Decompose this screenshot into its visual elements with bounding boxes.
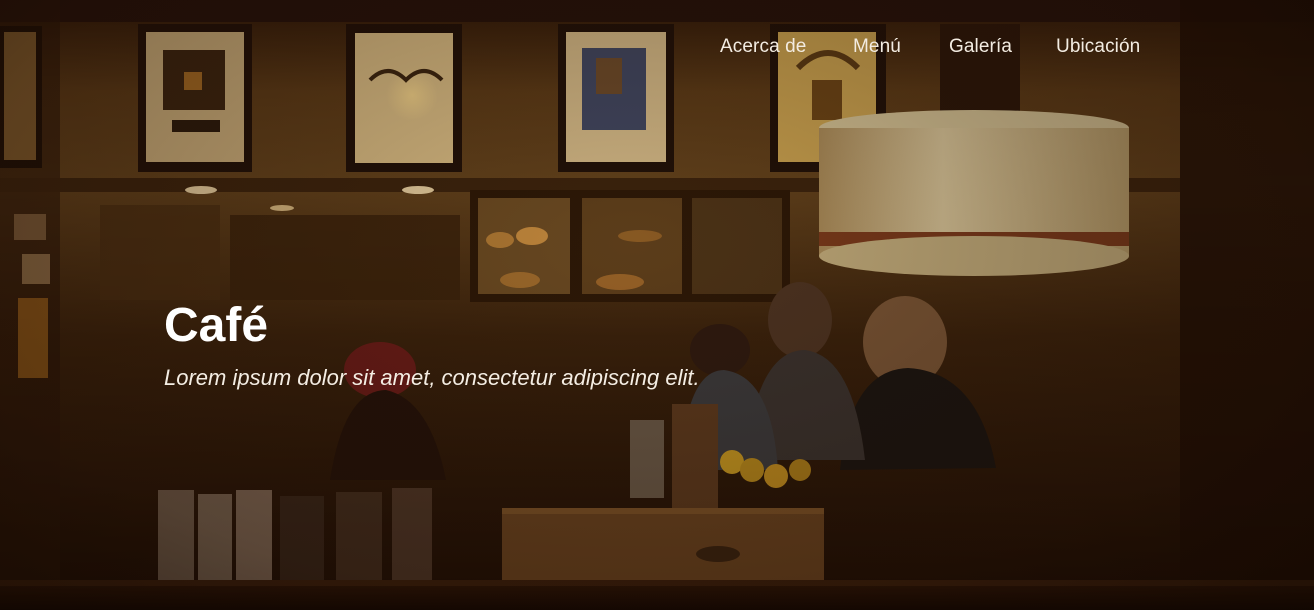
main-navigation: Acerca de Menú Galería Ubicación	[0, 35, 1314, 59]
nav-link-location[interactable]: Ubicación	[1056, 35, 1140, 59]
nav-link-menu[interactable]: Menú	[853, 35, 901, 59]
nav-link-about[interactable]: Acerca de	[720, 35, 806, 59]
nav-link-gallery[interactable]: Galería	[949, 35, 1012, 59]
hero-tagline: Lorem ipsum dolor sit amet, consectetur …	[164, 365, 700, 390]
hero-section: Acerca de Menú Galería Ubicación Café Lo…	[0, 0, 1314, 610]
hero-title: Café	[164, 299, 269, 352]
